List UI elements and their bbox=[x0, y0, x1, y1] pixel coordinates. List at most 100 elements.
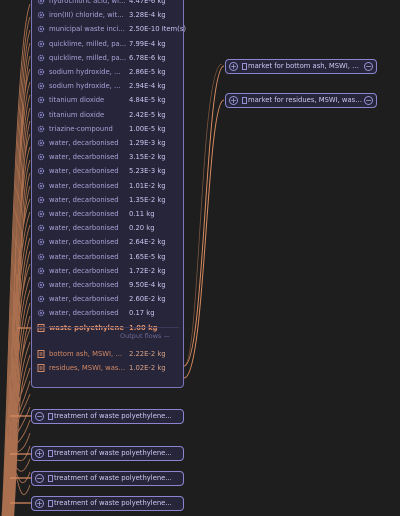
output-flows-label: Output flows — bbox=[120, 332, 170, 340]
flow-amount: 2.64E-2 kg bbox=[129, 238, 166, 247]
input-flow-row[interactable]: water, decarbonised 1.35E-2 kg bbox=[32, 193, 183, 207]
flow-amount: 4.47E-6 kg bbox=[129, 0, 166, 5]
process-icon bbox=[48, 500, 53, 507]
input-flow-row[interactable]: water, decarbonised 2.60E-2 kg bbox=[32, 292, 183, 306]
input-flow-row[interactable]: water, decarbonised 1.72E-2 kg bbox=[32, 264, 183, 278]
flow-amount: 1.72E-2 kg bbox=[129, 266, 166, 275]
gear-icon bbox=[37, 153, 45, 161]
treatment-node-2[interactable]: + treatment of waste polyethylene... bbox=[31, 446, 184, 461]
output-separator bbox=[36, 327, 179, 328]
gear-icon bbox=[37, 54, 45, 61]
expand-icon[interactable]: + bbox=[35, 449, 44, 458]
gear-icon bbox=[37, 239, 45, 246]
gear-icon bbox=[37, 0, 45, 5]
flow-amount: 0.17 kg bbox=[129, 309, 155, 318]
treatment-node-3[interactable]: − treatment of waste polyethylene... bbox=[31, 471, 184, 486]
process-icon bbox=[48, 413, 53, 420]
input-flow-row[interactable]: water, decarbonised 2.64E-2 kg bbox=[32, 235, 183, 249]
flow-amount: 6.78E-6 kg bbox=[129, 53, 166, 62]
collapse-icon[interactable]: − bbox=[35, 412, 44, 421]
gear-icon bbox=[37, 210, 45, 218]
input-flow-row[interactable]: titanium dioxide 4.84E-5 kg bbox=[32, 93, 183, 107]
process-icon bbox=[242, 97, 247, 104]
flow-name: water, decarbonised bbox=[49, 238, 119, 247]
input-flow-row[interactable]: sodium hydroxide, ... 2.94E-4 kg bbox=[32, 79, 183, 93]
flow-name: sodium hydroxide, ... bbox=[49, 82, 121, 91]
input-flow-row[interactable]: hydrochloric acid, wi... 4.47E-6 kg bbox=[32, 0, 183, 8]
flow-amount: 2.42E-5 kg bbox=[129, 110, 166, 119]
gear-icon bbox=[37, 310, 45, 317]
flow-name: hydrochloric acid, wi... bbox=[49, 0, 126, 5]
gear-icon bbox=[37, 168, 45, 175]
input-flow-row[interactable]: water, decarbonised 3.15E-2 kg bbox=[32, 150, 183, 164]
gear-icon bbox=[37, 11, 45, 19]
flow-name: water, decarbonised bbox=[49, 266, 119, 275]
input-flow-row[interactable]: iron(III) chloride, wit... 3.28E-4 kg bbox=[32, 8, 183, 22]
input-flow-row[interactable]: quicklime, milled, pa... 7.99E-4 kg bbox=[32, 37, 183, 51]
process-node-waste-polyethylene[interactable]: hydrochloric acid, wi... 4.47E-6 kg iron(I… bbox=[31, 0, 187, 388]
flow-name: water, decarbonised bbox=[49, 181, 119, 190]
input-flow-row[interactable]: water, decarbonised 9.50E-4 kg bbox=[32, 278, 183, 292]
flow-name: quicklime, milled, pa... bbox=[49, 39, 127, 48]
collapse-icon[interactable]: − bbox=[35, 474, 44, 483]
flow-name: titanium dioxide bbox=[49, 96, 105, 105]
treatment-node-label: treatment of waste polyethylene... bbox=[54, 499, 172, 507]
treatment-node-4[interactable]: + treatment of waste polyethylene... bbox=[31, 496, 184, 511]
flow-amount: 1.02E-2 kg bbox=[129, 364, 166, 372]
flow-amount: 0.20 kg bbox=[129, 224, 155, 233]
treatment-node-label: treatment of waste polyethylene... bbox=[54, 474, 172, 482]
input-flow-row[interactable]: sodium hydroxide, ... 2.86E-5 kg bbox=[32, 65, 183, 79]
flow-name: titanium dioxide bbox=[49, 110, 105, 119]
gear-icon bbox=[37, 68, 45, 76]
flow-amount: 1.01E-2 kg bbox=[129, 181, 166, 190]
input-flow-row[interactable]: water, decarbonised 5.23E-3 kg bbox=[32, 164, 183, 178]
input-flow-row[interactable]: triazine-compound 1.00E-5 kg bbox=[32, 122, 183, 136]
input-flow-row[interactable]: water, decarbonised 1.65E-5 kg bbox=[32, 250, 183, 264]
flow-amount: 1.35E-2 kg bbox=[129, 195, 166, 204]
flow-amount: 2.60E-2 kg bbox=[129, 295, 166, 304]
document-icon bbox=[37, 350, 45, 358]
document-icon bbox=[37, 364, 45, 372]
input-flow-row[interactable]: municipal waste inci... 2.50E-10 Item(s) bbox=[32, 22, 187, 36]
expand-icon[interactable]: + bbox=[35, 499, 44, 508]
process-icon bbox=[48, 450, 53, 457]
gear-icon bbox=[37, 267, 45, 274]
gear-icon bbox=[37, 97, 45, 104]
gear-icon bbox=[37, 281, 45, 289]
input-flow-row[interactable]: quicklime, milled, pa... 6.78E-6 kg bbox=[32, 51, 183, 65]
expand-icon[interactable]: + bbox=[229, 96, 238, 105]
flow-amount: 2.50E-10 Item(s) bbox=[129, 25, 187, 34]
flow-name: water, decarbonised bbox=[49, 295, 119, 304]
treatment-node-label: treatment of waste polyethylene... bbox=[54, 449, 172, 457]
gear-icon bbox=[37, 295, 45, 303]
gear-icon bbox=[37, 125, 45, 132]
gear-icon bbox=[37, 26, 45, 33]
collapse-icon[interactable]: − bbox=[364, 62, 373, 71]
output-flow-row[interactable]: residues, MSWI, waste pol...1.02E-2 kg bbox=[32, 361, 183, 375]
treatment-node-1[interactable]: − treatment of waste polyethylene... bbox=[31, 409, 184, 424]
flow-amount: 7.99E-4 kg bbox=[129, 39, 166, 48]
expand-icon[interactable]: + bbox=[229, 62, 238, 71]
process-icon bbox=[242, 63, 247, 70]
treatment-node-label: treatment of waste polyethylene... bbox=[54, 412, 172, 420]
input-flow-row[interactable]: water, decarbonised 1.01E-2 kg bbox=[32, 179, 183, 193]
collapse-icon[interactable]: − bbox=[364, 96, 373, 105]
gear-icon bbox=[37, 40, 45, 47]
market-node-bottom-ash[interactable]: + market for bottom ash, MSWI, w... − bbox=[225, 59, 377, 74]
flow-amount: 3.15E-2 kg bbox=[129, 153, 166, 162]
flow-amount: 1.65E-5 kg bbox=[129, 252, 166, 261]
input-flow-row[interactable]: water, decarbonised 0.17 kg bbox=[32, 306, 183, 320]
input-flow-row[interactable]: water, decarbonised 0.11 kg bbox=[32, 207, 183, 221]
input-flow-row[interactable]: titanium dioxide 2.42E-5 kg bbox=[32, 108, 183, 122]
market-node-residues[interactable]: + market for residues, MSWI, wast... − bbox=[225, 93, 377, 108]
market-node-label: market for bottom ash, MSWI, w... bbox=[248, 62, 363, 70]
flow-name: water, decarbonised bbox=[49, 224, 119, 233]
flow-amount: 2.94E-4 kg bbox=[129, 82, 166, 91]
output-flow-row[interactable]: bottom ash, MSWI, waste ...2.22E-2 kg bbox=[32, 347, 183, 361]
flow-name: sodium hydroxide, ... bbox=[49, 68, 121, 76]
input-flow-row[interactable]: water, decarbonised 0.20 kg bbox=[32, 221, 183, 235]
flow-amount: 2.86E-5 kg bbox=[129, 68, 166, 76]
flow-name: triazine-compound bbox=[49, 124, 113, 133]
flow-name: quicklime, milled, pa... bbox=[49, 53, 127, 62]
input-flow-row[interactable]: water, decarbonised 1.29E-3 kg bbox=[32, 136, 183, 150]
